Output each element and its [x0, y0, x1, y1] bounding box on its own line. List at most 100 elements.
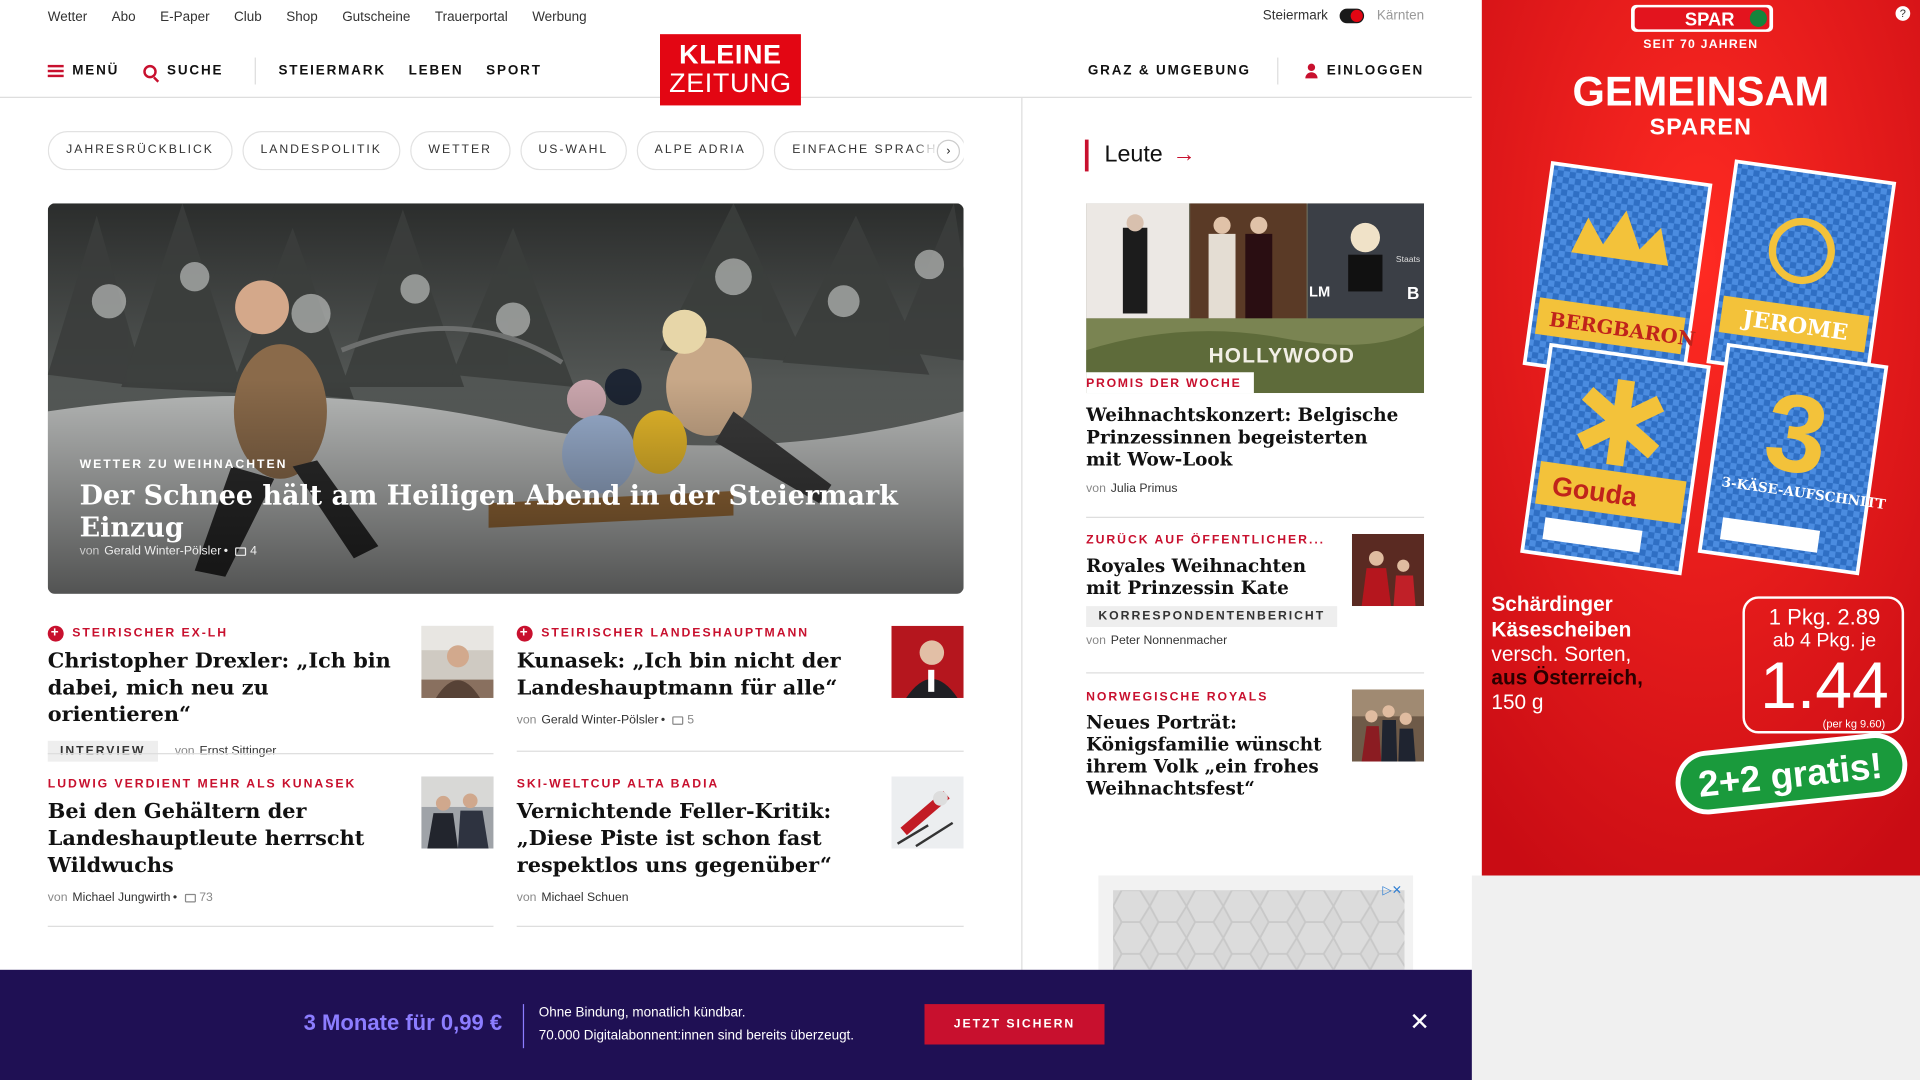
article-comments[interactable]: 73 [199, 891, 213, 904]
arrow-right-icon: → [1172, 142, 1196, 168]
util-link-wetter[interactable]: Wetter [48, 10, 87, 25]
article-thumbnail[interactable] [891, 776, 964, 849]
nav-steiermark[interactable]: STEIERMARK [278, 64, 385, 79]
leute-lead-image[interactable]: LM B Staats HOLLYWOOD [1086, 203, 1425, 394]
article-author[interactable]: Michael Jungwirth [72, 891, 170, 904]
tag-us-wahl[interactable]: US-WAHL [520, 131, 627, 171]
menu-button[interactable]: MENÜ [47, 64, 119, 78]
article-meta: KORRESPONDENTENBERICHT [1086, 606, 1338, 627]
article-kicker: + STEIRISCHER EX-LH [47, 625, 403, 642]
utility-bar: Wetter Abo E-Paper Club Shop Gutscheine … [0, 0, 1472, 34]
spar-advertisement[interactable]: SPAR SEIT 70 JAHREN GEMEINSAM SPAREN BER… [1481, 0, 1920, 876]
thumb-image [891, 776, 964, 849]
article-kicker: SKI-WELTCUP ALTA BADIA [517, 776, 872, 791]
region-link[interactable]: GRAZ & UMGEBUNG [1088, 64, 1251, 79]
ad-copy-3: versch. Sorten, [1491, 643, 1631, 666]
premium-plus-icon: + [516, 625, 533, 642]
tags-next-button[interactable]: › [936, 139, 961, 163]
kicker-text: STEIRISCHER LANDESHAUPTMANN [541, 626, 810, 640]
nav-sport[interactable]: SPORT [486, 64, 542, 79]
article-author[interactable]: Michael Schuen [541, 891, 628, 904]
ad-headline-1: GEMEINSAM [1572, 67, 1829, 114]
article-title[interactable]: Christopher Drexler: „Ich bin dabei, mic… [48, 648, 403, 729]
nav-leben[interactable]: LEBEN [409, 64, 464, 79]
tag-jahresrueckblick[interactable]: JAHRESRÜCKBLICK [47, 131, 233, 171]
tag-landespolitik[interactable]: LANDESPOLITIK [242, 131, 401, 171]
row-divider [516, 925, 964, 927]
article-teaser[interactable]: + STEIRISCHER EX-LH Christopher Drexler: … [47, 625, 403, 762]
spar-logo-text: SPAR [1685, 9, 1735, 30]
util-link-club[interactable]: Club [234, 10, 262, 25]
leute-teaser[interactable]: ZURÜCK AUF ÖFFENTLICHER... Royales Weihn… [1086, 533, 1338, 648]
article-title[interactable]: Kunasek: „Ich bin nicht der Landeshauptm… [517, 648, 872, 702]
article-teaser[interactable]: LUDWIG VERDIENT MEHR ALS KUNASEK Bei den… [48, 776, 403, 905]
article-comments[interactable]: 5 [687, 714, 694, 727]
tag-wetter[interactable]: WETTER [410, 131, 511, 171]
hero-comments[interactable]: 4 [250, 545, 257, 558]
header-divider [255, 57, 257, 85]
article-author[interactable]: Gerald Winter-Pölsler [541, 714, 658, 727]
util-link-abo[interactable]: Abo [112, 10, 136, 25]
spar-ad-graphic: SPAR SEIT 70 JAHREN GEMEINSAM SPAREN BER… [1481, 0, 1920, 876]
adchoices-icon[interactable]: ▷✕ [1382, 884, 1402, 897]
price-per-kg: (per kg 9.60) [1823, 718, 1885, 730]
hero-von: von [79, 544, 100, 559]
util-link-werbung[interactable]: Werbung [532, 10, 586, 25]
column-divider [1021, 97, 1023, 970]
von-label: von [1086, 634, 1106, 648]
article-thumbnail[interactable] [421, 776, 494, 849]
article-teaser[interactable]: + STEIRISCHER LANDESHAUPTMANN Kunasek: „I… [516, 625, 872, 728]
header-right-nav: GRAZ & UMGEBUNG EINLOGGEN [1088, 57, 1424, 85]
search-button[interactable]: SUCHE [143, 64, 224, 78]
region-kaernten[interactable]: Kärnten [1377, 9, 1424, 24]
article-author[interactable]: Peter Nonnenmacher [1111, 634, 1227, 647]
article-author[interactable]: Ernst Sittinger [199, 744, 276, 757]
section-heading-leute[interactable]: Leute → [1084, 139, 1196, 172]
von-label: von [47, 891, 68, 905]
ad-copy-5: 150 g [1491, 691, 1543, 714]
region-steiermark[interactable]: Steiermark [1263, 9, 1328, 24]
article-teaser[interactable]: SKI-WELTCUP ALTA BADIA Vernichtende Fell… [517, 776, 872, 905]
util-link-shop[interactable]: Shop [286, 10, 317, 25]
row-divider [47, 925, 494, 927]
util-link-trauerportal[interactable]: Trauerportal [435, 10, 508, 25]
kicker-text: STEIRISCHER EX-LH [72, 626, 229, 640]
article-thumbnail[interactable] [1351, 689, 1425, 762]
article-thumbnail[interactable] [891, 625, 964, 698]
article-thumbnail[interactable] [1351, 533, 1425, 607]
article-author[interactable]: Julia Primus [1111, 482, 1178, 495]
login-link[interactable]: EINLOGGEN [1327, 64, 1424, 79]
collage-text-staats: Staats [1396, 254, 1420, 264]
subscribe-button[interactable]: JETZT SICHERN [924, 1004, 1105, 1045]
article-title[interactable]: Neues Porträt: Königsfamilie wünscht ihr… [1086, 711, 1331, 799]
ad-info-icon[interactable]: ? [1895, 6, 1911, 21]
hollywood-sign-text: HOLLYWOOD [1209, 344, 1356, 367]
utility-links: Wetter Abo E-Paper Club Shop Gutscheine … [48, 10, 611, 25]
region-toggle[interactable] [1340, 8, 1365, 24]
region-switch: Steiermark Kärnten [1263, 8, 1424, 24]
spar-since: SEIT 70 JAHREN [1643, 37, 1758, 51]
von-label: von [1086, 482, 1106, 496]
logo-line-2: ZEITUNG [669, 67, 792, 98]
kleine-zeitung-logo[interactable]: KLEINE ZEITUNG [660, 34, 801, 106]
sidebar-ad-slot[interactable]: ▷✕ [1098, 875, 1414, 970]
von-label: von [516, 713, 537, 728]
leute-lead-teaser[interactable]: Weihnachtskonzert: Belgische Prinzessinn… [1086, 404, 1404, 496]
util-link-epaper[interactable]: E-Paper [160, 10, 209, 25]
hero-article[interactable]: WETTER ZU WEIHNACHTEN Der Schnee hält am… [47, 203, 964, 594]
close-icon[interactable]: ✕ [1409, 1010, 1430, 1034]
article-title[interactable]: Bei den Gehältern der Landeshauptleute h… [48, 798, 403, 879]
article-thumbnail[interactable] [421, 625, 494, 698]
article-title[interactable]: Vernichtende Feller-Kritik: „Diese Piste… [517, 798, 872, 879]
article-title[interactable]: Weihnachtskonzert: Belgische Prinzessinn… [1086, 404, 1404, 470]
header-divider-right [1277, 57, 1279, 85]
tag-alpe-adria[interactable]: ALPE ADRIA [636, 131, 765, 171]
hero-author[interactable]: Gerald Winter-Pölsler [104, 545, 221, 558]
leute-teaser[interactable]: NORWEGISCHE ROYALS Neues Porträt: Königs… [1086, 689, 1331, 800]
hero-title[interactable]: Der Schnee hält am Heiligen Abend in der… [80, 480, 964, 544]
header-left-nav: MENÜ SUCHE STEIERMARK LEBEN SPORT [47, 57, 559, 85]
tag-einfache-sprache[interactable]: EINFACHE SPRACHE [773, 131, 964, 171]
article-title[interactable]: Royales Weihnachten mit Prinzessin Kate [1086, 555, 1331, 599]
util-link-gutscheine[interactable]: Gutscheine [342, 10, 410, 25]
ad-placeholder-image [1113, 890, 1405, 970]
